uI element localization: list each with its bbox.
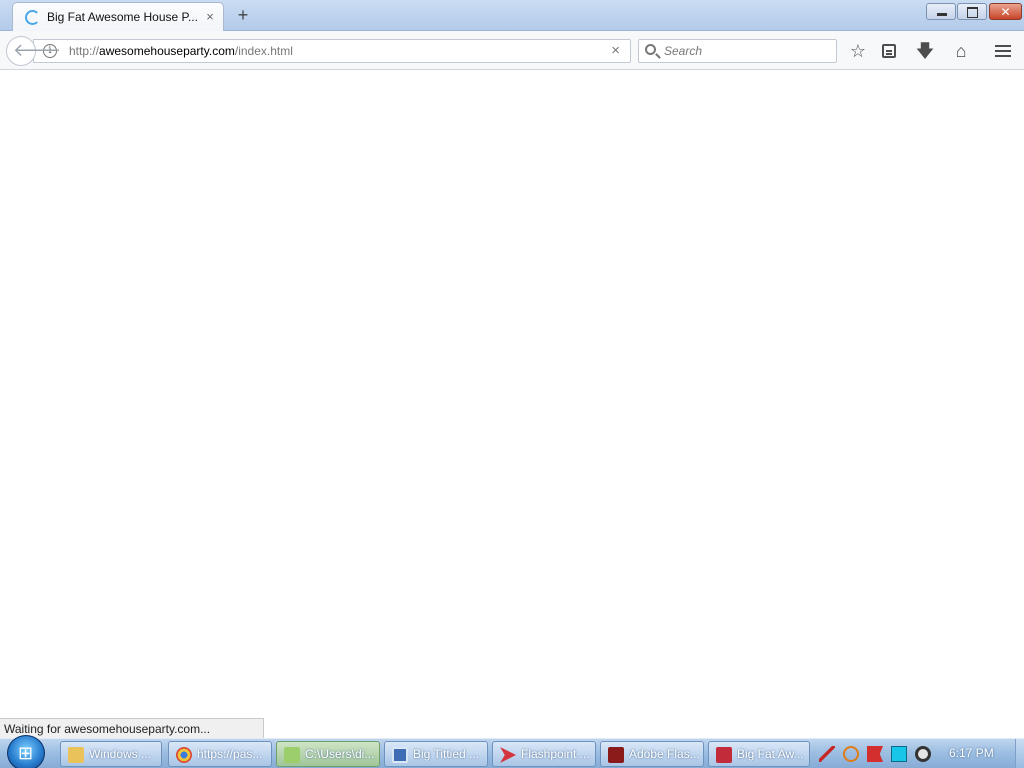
taskbar-item-label: Adobe Flas... (629, 747, 700, 761)
taskbar-item-label: Windows ... (89, 747, 152, 761)
flash-projector-icon (716, 747, 732, 763)
tab-close-button[interactable]: × (203, 9, 217, 25)
status-text: Waiting for awesomehouseparty.com... (4, 722, 211, 736)
url-text[interactable]: http://awesomehouseparty.com/index.html (69, 44, 293, 58)
restore-button[interactable] (957, 3, 987, 20)
bookmark-star-icon[interactable]: ☆ (846, 39, 870, 63)
stop-loading-button[interactable]: × (611, 42, 620, 59)
taskbar-item-chrome[interactable]: https://pas... (168, 741, 272, 767)
chrome-icon (176, 747, 192, 763)
address-bar[interactable]: i http://awesomehouseparty.com/index.htm… (33, 39, 631, 63)
taskbar-item-label: C:\Users\di... (305, 747, 375, 761)
search-tray-icon[interactable] (843, 746, 859, 762)
back-arrow-icon: 🡐 (13, 40, 62, 60)
bookmarks-list-icon[interactable] (877, 39, 901, 63)
tab-title: Big Fat Awesome House P... (47, 10, 198, 24)
new-tab-button[interactable]: + (233, 5, 253, 25)
home-icon[interactable]: ⌂ (949, 39, 973, 63)
url-path: /index.html (234, 44, 293, 58)
close-window-button[interactable]: ✕ (989, 3, 1022, 20)
taskbar-item-flash-projector[interactable]: Big Fat Aw... (708, 741, 810, 767)
tab-active[interactable]: Big Fat Awesome House P... × (12, 2, 224, 31)
taskbar-item-label: Big Tittied ... (413, 747, 480, 761)
page-content (0, 71, 1024, 718)
desktop-screen: Big Fat Awesome House P... × + ✕ i http:… (0, 0, 1024, 768)
minimize-button[interactable] (926, 3, 956, 20)
windows-logo-icon: ⊞ (18, 743, 34, 763)
start-button[interactable]: ⊞ (7, 735, 45, 768)
taskbar-item-windows-explorer[interactable]: Windows ... (60, 741, 162, 767)
taskbar-item-label: Big Fat Aw... (737, 747, 804, 761)
tray-app-icon[interactable] (819, 746, 835, 762)
clock[interactable]: 6:17 PM (949, 746, 994, 760)
title-bar: Big Fat Awesome House P... × + ✕ (0, 0, 1024, 31)
system-tray: 6:17 PM (813, 739, 1024, 768)
flag-icon[interactable] (867, 746, 883, 762)
navigation-toolbar: i http://awesomehouseparty.com/index.htm… (0, 31, 1024, 70)
taskbar-item-notepad[interactable]: C:\Users\di... (276, 741, 380, 767)
search-placeholder: Search (664, 44, 703, 58)
taskbar-item-label: Flashpoint ... (521, 747, 590, 761)
taskbar-item-flashpoint[interactable]: Flashpoint ... (492, 741, 596, 767)
search-icon (645, 44, 656, 55)
taskbar: ⊞ Windows ... https://pas... C:\Users\di… (0, 735, 1024, 768)
status-bar: Waiting for awesomehouseparty.com... (0, 718, 264, 738)
search-box[interactable]: Search (638, 39, 837, 63)
url-scheme: http:// (69, 44, 100, 58)
folder-icon (68, 747, 84, 763)
close-icon: ✕ (1000, 5, 1011, 19)
back-button[interactable]: 🡐 (6, 36, 61, 66)
url-host: awesomehouseparty.com (99, 44, 235, 58)
loading-spinner-icon (25, 10, 40, 25)
monitor-icon[interactable] (891, 746, 907, 762)
downloads-icon[interactable]: 🡇 (913, 39, 937, 63)
taskbar-item-label: https://pas... (197, 747, 263, 761)
window-icon (392, 747, 408, 763)
taskbar-item-window[interactable]: Big Tittied ... (384, 741, 488, 767)
menu-icon[interactable] (991, 39, 1015, 63)
show-desktop-button[interactable] (1015, 739, 1024, 768)
flashpoint-icon (500, 747, 516, 763)
media-icon[interactable] (915, 746, 931, 762)
adobe-flash-icon (608, 747, 624, 763)
notepad-icon (284, 747, 300, 763)
taskbar-item-adobe-flash[interactable]: Adobe Flas... (600, 741, 704, 767)
